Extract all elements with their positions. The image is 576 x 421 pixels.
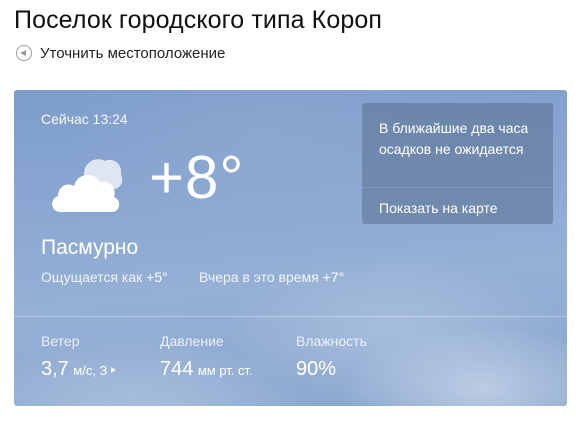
pressure-number: 744 — [160, 358, 194, 380]
current-weather-card: Сейчас 13:24 +8° Пасмурно Ощущается как … — [14, 90, 567, 406]
refine-location-label: Уточнить местоположение — [40, 44, 226, 62]
overcast-cloud-icon — [52, 159, 123, 212]
humidity-value: 90% — [296, 358, 336, 381]
yesterday-temperature: Вчера в это время +7° — [199, 269, 344, 285]
pressure-unit: мм рт. ст. — [197, 363, 253, 378]
current-temperature: +8° — [149, 144, 245, 211]
wind-value: 3,7 м/с, З — [41, 358, 117, 381]
wind-speed: 3,7 — [41, 358, 69, 380]
yesterday-label: Вчера в это время — [199, 269, 319, 285]
humidity-number: 90% — [296, 358, 337, 380]
weather-condition: Пасмурно — [41, 236, 139, 259]
divider — [362, 187, 553, 188]
show-on-map-link[interactable]: Показать на карте — [379, 200, 498, 216]
current-time: Сейчас 13:24 — [41, 111, 128, 127]
feels-like-label: Ощущается как — [41, 269, 143, 285]
pressure-value: 744 мм рт. ст. — [160, 358, 253, 381]
wind-direction-icon — [111, 367, 117, 373]
pressure-label: Давление — [160, 333, 224, 349]
feels-like-value: +5° — [146, 269, 168, 285]
precipitation-forecast: В ближайшие два часа осадков не ожидаетс… — [379, 120, 529, 157]
location-arrow-icon — [16, 45, 32, 61]
humidity-label: Влажность — [296, 333, 367, 349]
refine-location-link[interactable]: Уточнить местоположение — [16, 44, 225, 62]
precipitation-panel: В ближайшие два часа осадков не ожидаетс… — [362, 103, 553, 224]
feels-like: Ощущается как +5° — [41, 269, 168, 285]
page-title: Поселок городского типа Короп — [14, 6, 382, 34]
wind-label: Ветер — [41, 333, 80, 349]
yesterday-value: +7° — [322, 269, 345, 285]
wind-unit: м/с, З — [73, 363, 108, 378]
